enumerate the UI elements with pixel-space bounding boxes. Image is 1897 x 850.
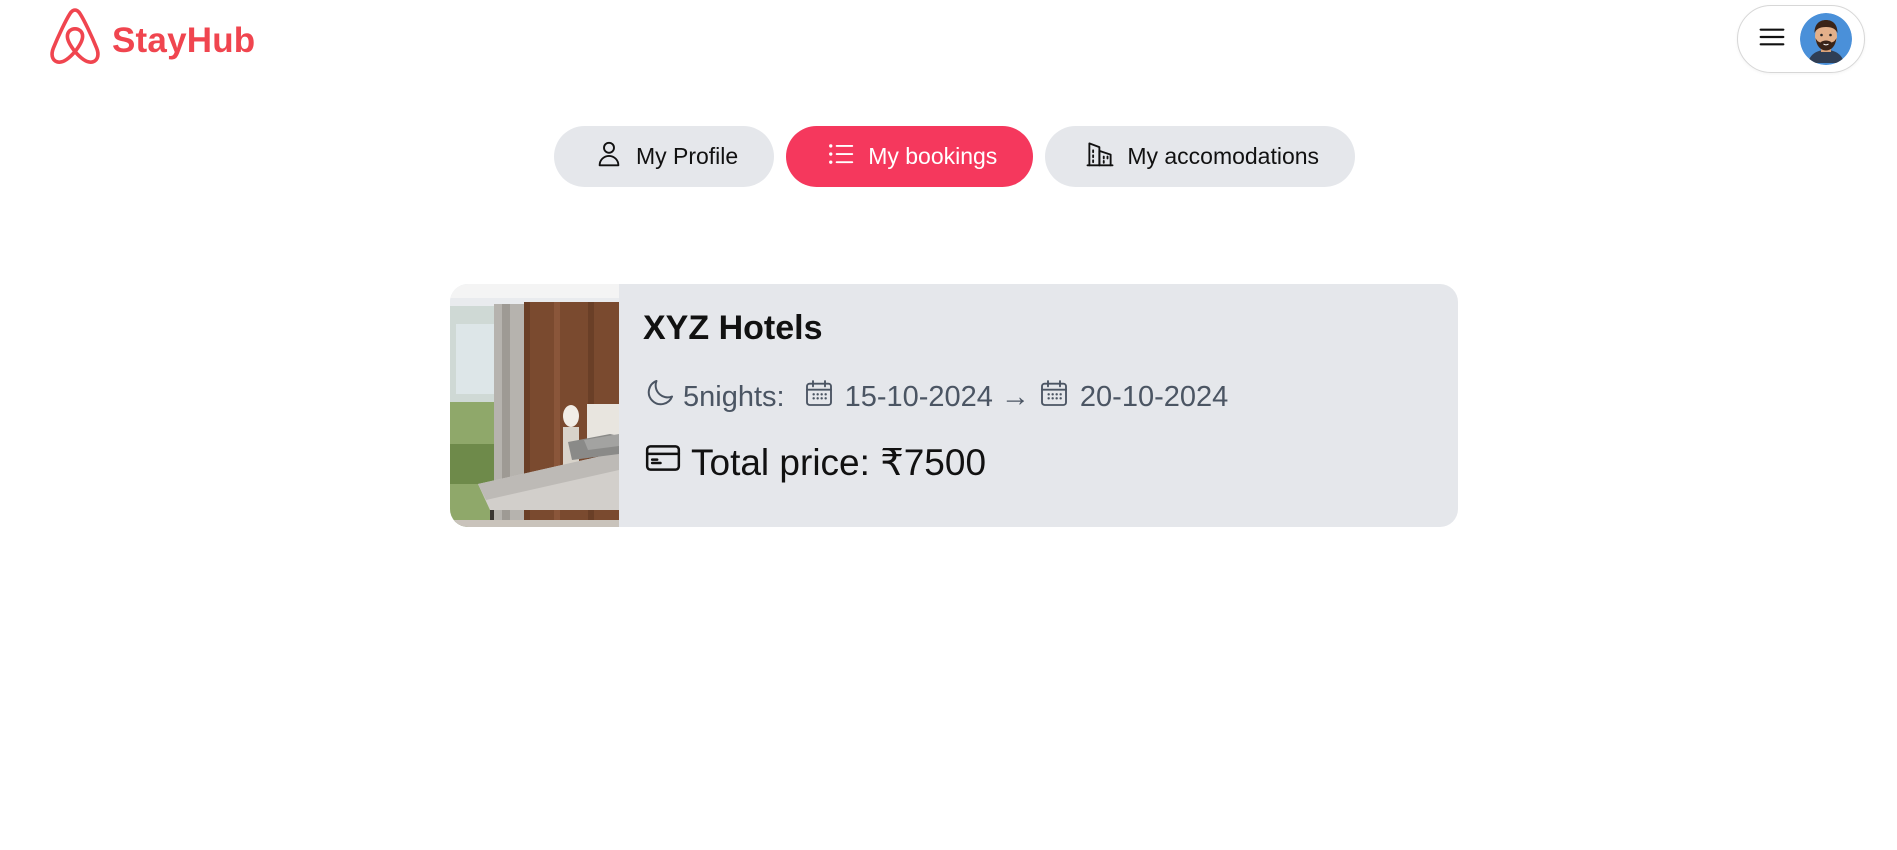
nights-count: 5nights: <box>683 380 785 413</box>
booking-dates-row: 5nights: 15-10-2024 → 20-10-2024 <box>643 376 1228 418</box>
brand-logo-link[interactable]: StayHub <box>46 7 255 74</box>
header: StayHub <box>0 0 1897 80</box>
tab-label: My bookings <box>868 143 998 169</box>
list-icon <box>826 138 868 176</box>
brand-name: StayHub <box>112 20 256 60</box>
total-price: Total price: ₹7500 <box>691 442 987 483</box>
tab-my-accomodations[interactable]: My accomodations <box>1045 126 1356 187</box>
hotel-name: XYZ Hotels <box>643 309 823 347</box>
tab-my-bookings[interactable]: My bookings <box>786 126 1034 187</box>
moon-icon <box>643 376 683 418</box>
check-out-date: 20-10-2024 <box>1079 380 1229 413</box>
hamburger-menu-icon <box>1756 21 1788 58</box>
account-nav-tabs: My Profile My bookings My accomodations <box>0 126 1897 187</box>
hotel-room-photo <box>450 284 619 527</box>
booking-info: XYZ Hotels 5nights: 15-10-2024 → 20-10-2… <box>619 284 1252 527</box>
tab-my-profile[interactable]: My Profile <box>553 126 775 187</box>
user-menu-button[interactable] <box>1737 5 1865 73</box>
booking-card[interactable]: XYZ Hotels 5nights: 15-10-2024 → 20-10-2… <box>450 284 1458 527</box>
airbnb-logo-icon <box>46 7 104 74</box>
date-range-arrow: → <box>1000 380 1030 413</box>
credit-card-icon <box>643 438 691 487</box>
user-avatar <box>1800 13 1852 65</box>
calendar-icon <box>803 377 845 417</box>
calendar-icon <box>1038 377 1080 417</box>
building-icon <box>1085 138 1127 176</box>
check-in-date: 15-10-2024 <box>844 380 993 413</box>
user-icon <box>594 138 636 176</box>
tab-label: My Profile <box>635 143 739 169</box>
booking-price-row: Total price: ₹7500 <box>643 438 1228 487</box>
tab-label: My accomodations <box>1127 143 1320 169</box>
